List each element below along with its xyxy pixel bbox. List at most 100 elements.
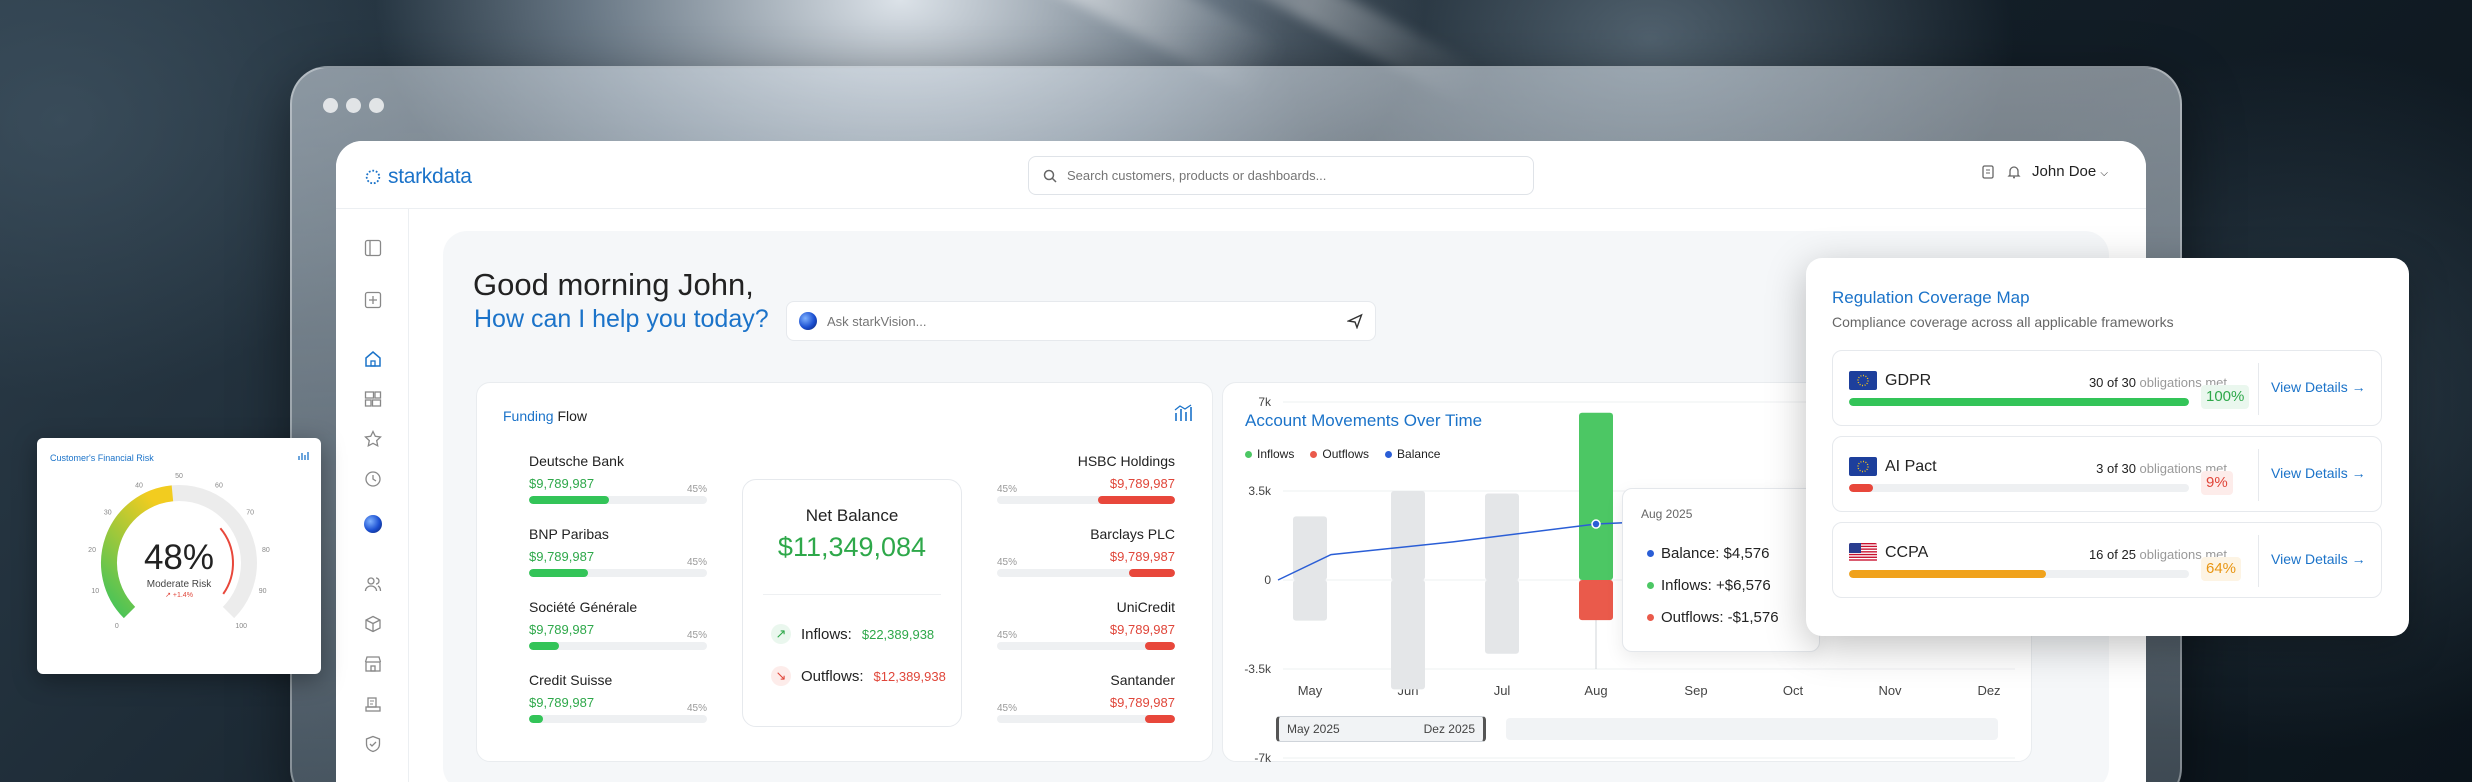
bank-percent: 45% xyxy=(997,557,1018,568)
user-menu[interactable]: John Doe ⌵ xyxy=(2032,163,2108,180)
bank-value: $9,789,987 xyxy=(529,476,595,491)
star-icon[interactable] xyxy=(362,428,384,450)
bank-progress-bar xyxy=(997,642,1175,650)
user-area: John Doe ⌵ xyxy=(1980,163,2108,180)
left-bank-item[interactable]: BNP Paribas $9,789,987 45% xyxy=(529,526,707,577)
history-icon[interactable] xyxy=(362,468,384,490)
tooltip-inflows: Inflows: +$6,576 xyxy=(1647,577,1771,594)
home-icon[interactable] xyxy=(362,348,384,370)
date-range-selector[interactable]: May 2025 Dez 2025 xyxy=(1276,716,1486,742)
y-tick-label: 0 xyxy=(1264,573,1271,587)
regulation-subtitle: Compliance coverage across all applicabl… xyxy=(1832,314,2174,330)
right-bank-item[interactable]: Barclays PLC $9,789,987 45% xyxy=(997,526,1175,577)
bank-progress-bar xyxy=(529,569,707,577)
x-tick-label: May xyxy=(1298,683,1323,698)
bank-percent: 45% xyxy=(686,557,707,568)
dashboard-icon[interactable] xyxy=(362,388,384,410)
add-icon[interactable] xyxy=(362,289,384,311)
window-controls[interactable] xyxy=(323,98,384,113)
balance-point[interactable] xyxy=(1591,519,1601,529)
collapse-sidebar-icon[interactable] xyxy=(362,237,384,259)
right-bank-item[interactable]: Santander $9,789,987 45% xyxy=(997,672,1175,723)
bank-percent: 45% xyxy=(686,703,707,714)
obligations-met: 3 of 30 obligations met xyxy=(2096,461,2227,476)
obligations-met: 16 of 25 obligations met xyxy=(2088,547,2227,562)
bank-name: Credit Suisse xyxy=(529,672,613,688)
x-tick-label: Dez xyxy=(1977,683,2000,698)
starkvision-icon[interactable] xyxy=(362,513,384,535)
left-bank-item[interactable]: Deutsche Bank $9,789,987 45% xyxy=(529,453,707,504)
regulation-coverage-card: Regulation Coverage Map Compliance cover… xyxy=(1806,258,2409,636)
risk-label: Moderate Risk xyxy=(146,579,212,590)
ask-starkvision-box[interactable] xyxy=(786,301,1376,341)
bank-percent: 45% xyxy=(997,484,1018,495)
coverage-percent: 100% xyxy=(2201,385,2250,409)
y-tick-label: 3.5k xyxy=(1248,484,1272,498)
risk-value: 48% xyxy=(143,538,215,577)
bank-name: Santander xyxy=(1110,672,1175,688)
outflow-bar[interactable] xyxy=(1485,580,1519,654)
range-start: May 2025 xyxy=(1287,722,1340,736)
outflow-bar[interactable] xyxy=(1391,580,1425,690)
gauge-tick-label: 100 xyxy=(235,623,247,630)
search-input[interactable] xyxy=(1067,168,1507,183)
inflow-bar[interactable] xyxy=(1579,412,1613,580)
bank-progress-bar xyxy=(529,496,707,504)
eu-flag-icon xyxy=(1849,371,1877,390)
funding-flow-title: Funding Flow xyxy=(503,408,588,424)
y-tick-label: -3.5k xyxy=(1244,662,1272,676)
left-bank-item[interactable]: Credit Suisse $9,789,987 45% xyxy=(529,672,707,723)
bank-value: $9,789,987 xyxy=(529,695,595,710)
range-track[interactable] xyxy=(1506,718,1998,740)
outflows-value: $12,389,938 xyxy=(873,668,946,684)
search-icon xyxy=(1043,169,1057,183)
ask-input[interactable] xyxy=(827,313,1337,329)
bank-progress-bar xyxy=(529,715,707,723)
sidebar xyxy=(336,209,409,782)
outflow-bar[interactable] xyxy=(1579,580,1613,621)
logo-text: starkdata xyxy=(388,165,472,188)
reports-icon[interactable] xyxy=(362,693,384,715)
users-icon[interactable] xyxy=(362,573,384,595)
framework-row: CCPA 16 of 25 obligations met 64% View D… xyxy=(1832,522,2382,598)
app-logo[interactable]: starkdata xyxy=(364,165,472,189)
view-details-link[interactable]: View Details → xyxy=(2271,551,2366,567)
bank-progress-bar xyxy=(997,496,1175,504)
user-name: John Doe xyxy=(2032,163,2097,180)
clipboard-icon[interactable] xyxy=(1980,164,1996,180)
gauge-tick-label: 70 xyxy=(246,509,254,516)
framework-name: GDPR xyxy=(1885,372,1932,389)
inflow-bar[interactable] xyxy=(1391,491,1425,580)
x-tick-label: Oct xyxy=(1783,683,1804,698)
outflow-bar[interactable] xyxy=(1293,580,1327,621)
search-bar[interactable] xyxy=(1028,156,1534,195)
obligations-met: 30 of 30 obligations met xyxy=(2088,375,2227,390)
shield-icon[interactable] xyxy=(362,733,384,755)
right-bank-item[interactable]: UniCredit $9,789,987 45% xyxy=(997,599,1175,650)
gauge-tick-label: 30 xyxy=(104,509,112,516)
tooltip-outflows: Outflows: -$1,576 xyxy=(1647,609,1779,626)
chart-settings-icon[interactable] xyxy=(1172,403,1194,425)
send-icon[interactable] xyxy=(1347,313,1363,329)
store-icon[interactable] xyxy=(362,653,384,675)
net-balance-label: Net Balance xyxy=(805,506,899,525)
outflows-row: ↘ Outflows: $12,389,938 xyxy=(771,666,946,686)
bank-progress-bar xyxy=(997,715,1175,723)
bell-icon[interactable] xyxy=(2006,164,2022,180)
inflows-label: Inflows: xyxy=(801,625,852,643)
y-tick-label: 7k xyxy=(1258,395,1272,409)
chevron-down-icon: ⌵ xyxy=(2100,168,2108,179)
right-bank-item[interactable]: HSBC Holdings $9,789,987 45% xyxy=(997,453,1175,504)
financial-risk-card: Customer's Financial Risk 0 10 20 30 40 50 60 7… xyxy=(37,438,321,674)
view-details-link[interactable]: View Details → xyxy=(2271,465,2366,481)
bank-progress-bar xyxy=(529,642,707,650)
left-bank-item[interactable]: Société Générale $9,789,987 45% xyxy=(529,599,707,650)
view-details-link[interactable]: View Details → xyxy=(2271,379,2366,395)
bank-name: Barclays PLC xyxy=(1090,526,1175,542)
bank-value: $9,789,987 xyxy=(1109,695,1175,710)
package-icon[interactable] xyxy=(362,613,384,635)
risk-change: ↗ +1.4% xyxy=(165,592,193,599)
bank-name: BNP Paribas xyxy=(529,526,609,542)
net-balance-card: Net Balance $11,349,084 ↗ Inflows: $22,3… xyxy=(742,479,962,727)
framework-name: CCPA xyxy=(1885,544,1929,561)
